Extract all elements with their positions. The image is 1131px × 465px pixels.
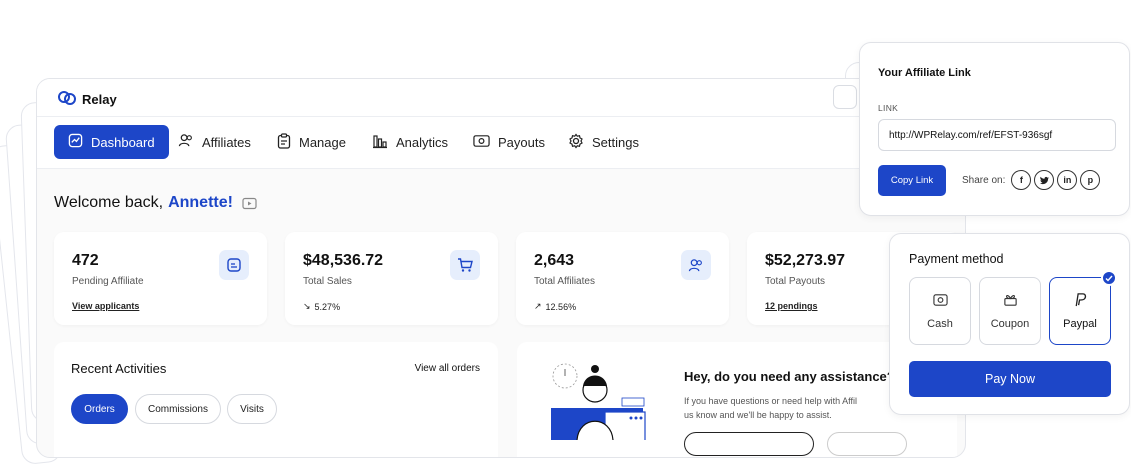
- stat-value: $52,273.97: [765, 252, 846, 269]
- assistance-text-line: us know and we'll be happy to assist.: [684, 410, 832, 420]
- gear-icon: [568, 133, 584, 152]
- tab-label: Settings: [592, 134, 639, 150]
- selected-check-icon: [1101, 270, 1117, 286]
- welcome-heading: Welcome back, Annette!: [54, 194, 257, 212]
- payment-option-paypal[interactable]: Paypal: [1049, 277, 1111, 345]
- payment-option-label: Paypal: [1063, 318, 1097, 330]
- user-name: Annette!: [168, 194, 233, 211]
- stat-card-pending-affiliate: 472 Pending Affiliate View applicants: [54, 232, 267, 325]
- tab-label: Payouts: [498, 134, 545, 150]
- banknote-icon: [473, 134, 490, 151]
- payment-option-label: Cash: [927, 317, 953, 330]
- users-icon: [178, 133, 194, 151]
- clipboard-icon: [277, 132, 291, 152]
- assistance-title: Hey, do you need any assistance?: [684, 369, 895, 384]
- twitter-icon[interactable]: [1034, 170, 1055, 190]
- pendings-link[interactable]: 12 pendings: [765, 301, 818, 311]
- stat-value: $48,536.72: [303, 252, 384, 269]
- recent-activities-panel: Recent Activities View all orders Orders…: [54, 342, 498, 457]
- tab-label: Affiliates: [202, 134, 251, 150]
- copy-link-button[interactable]: Copy Link: [878, 165, 946, 196]
- video-icon[interactable]: [242, 197, 257, 210]
- affiliate-card-title: Your Affiliate Link: [878, 67, 971, 79]
- coupon-icon: [1003, 292, 1018, 310]
- share-row: Share on: f in p: [962, 170, 1101, 190]
- link-field-label: LINK: [878, 103, 899, 113]
- assistance-text-line: If you have questions or need help with …: [684, 396, 857, 406]
- stat-label: Total Affiliates: [534, 276, 595, 287]
- tab-commissions[interactable]: Commissions: [135, 394, 221, 424]
- stat-card-total-affiliates: 2,643 Total Affiliates ↗ 12.56%: [516, 232, 729, 325]
- document-icon: [219, 250, 249, 280]
- tab-settings[interactable]: Settings: [568, 125, 639, 159]
- tab-orders[interactable]: Orders: [71, 394, 128, 424]
- stat-label: Total Payouts: [765, 276, 826, 287]
- paypal-icon: [1073, 292, 1087, 310]
- pay-now-button[interactable]: Pay Now: [909, 361, 1111, 397]
- affiliate-link-card: Your Affiliate Link LINK http://WPRelay.…: [859, 42, 1130, 216]
- app-logo[interactable]: Relay: [57, 89, 117, 110]
- support-illustration: [547, 360, 652, 453]
- app-name: Relay: [82, 92, 117, 107]
- stat-value: 2,643: [534, 252, 575, 269]
- tab-label: Analytics: [396, 134, 449, 150]
- payment-title: Payment method: [909, 252, 1004, 266]
- relay-logo-icon: [57, 89, 77, 110]
- trend-up-icon: ↗: [534, 301, 542, 311]
- stat-value: 472: [72, 252, 99, 269]
- stat-label: Total Sales: [303, 276, 352, 287]
- payment-option-coupon[interactable]: Coupon: [979, 277, 1041, 345]
- tab-visits[interactable]: Visits: [227, 394, 277, 424]
- welcome-prefix: Welcome back,: [54, 194, 164, 211]
- topbar-square-button[interactable]: [833, 85, 857, 109]
- stat-card-total-sales: $48,536.72 Total Sales ↘ 5.27%: [285, 232, 498, 325]
- tab-label: Dashboard: [91, 134, 155, 150]
- tab-affiliates[interactable]: Affiliates: [178, 125, 251, 159]
- trend-value: 12.56%: [545, 301, 577, 312]
- assistance-button[interactable]: [684, 432, 814, 456]
- chart-icon: [68, 133, 83, 151]
- share-label: Share on:: [962, 174, 1006, 186]
- dashboard-window: Relay Dashboard Affiliates Manage Analyt…: [36, 78, 966, 458]
- payment-option-label: Coupon: [990, 318, 1030, 330]
- tab-payouts[interactable]: Payouts: [473, 125, 545, 159]
- top-bar: Relay: [37, 79, 965, 117]
- trend-value: 5.27%: [314, 301, 341, 312]
- stat-trend: ↘ 5.27%: [303, 301, 340, 312]
- payment-option-cash[interactable]: Cash: [909, 277, 971, 345]
- stat-label: Pending Affiliate: [72, 276, 144, 287]
- cart-icon: [450, 250, 480, 280]
- facebook-icon[interactable]: f: [1011, 170, 1032, 190]
- assistance-text: If you have questions or need help with …: [684, 394, 857, 422]
- tab-analytics[interactable]: Analytics: [372, 125, 448, 159]
- assistance-secondary-button[interactable]: [827, 432, 907, 456]
- payment-method-card: Payment method Cash Coupon Paypal Pay No…: [889, 233, 1130, 415]
- users-icon: [681, 250, 711, 280]
- bar-chart-icon: [372, 133, 388, 152]
- tab-manage[interactable]: Manage: [277, 125, 346, 159]
- affiliate-link-input[interactable]: http://WPRelay.com/ref/EFST-936sgf: [878, 119, 1116, 151]
- linkedin-icon[interactable]: in: [1057, 170, 1078, 190]
- stat-trend: ↗ 12.56%: [534, 301, 576, 312]
- cash-icon: [932, 293, 948, 310]
- view-all-orders-link[interactable]: View all orders: [415, 363, 480, 374]
- trend-down-icon: ↘: [303, 301, 311, 311]
- tab-dashboard[interactable]: Dashboard: [54, 125, 169, 159]
- pinterest-icon[interactable]: p: [1080, 170, 1101, 190]
- tab-label: Manage: [299, 134, 346, 150]
- view-applicants-link[interactable]: View applicants: [72, 301, 139, 311]
- main-nav: Dashboard Affiliates Manage Analytics Pa…: [37, 117, 965, 169]
- panel-title: Recent Activities: [71, 361, 167, 376]
